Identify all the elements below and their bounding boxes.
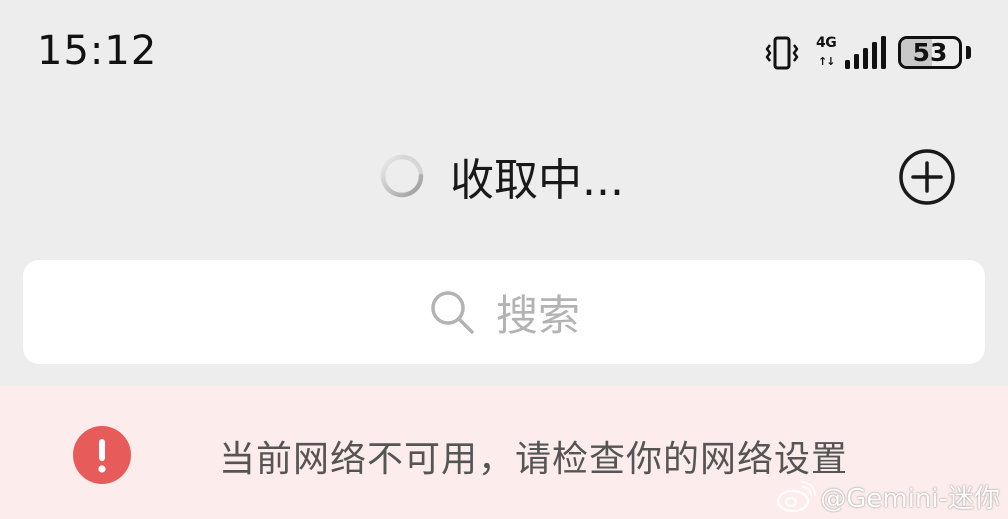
- network-error-message: 当前网络不可用，请检查你的网络设置: [219, 439, 849, 480]
- search-bar[interactable]: 搜索: [23, 260, 985, 364]
- signal-icon: [845, 36, 886, 69]
- watermark-text: @Gemini-迷你: [820, 484, 1000, 514]
- battery-level: 53: [912, 38, 948, 67]
- search-placeholder: 搜索: [495, 290, 580, 340]
- network-arrows: ↑↓: [818, 55, 835, 68]
- vibrate-icon: [765, 36, 799, 70]
- title-wrap: 收取中...: [378, 144, 624, 208]
- battery-icon: 53: [898, 33, 972, 73]
- battery-cap: [966, 46, 971, 59]
- network-type-label: 4G: [816, 35, 837, 51]
- watermark: @Gemini-迷你: [776, 478, 1000, 515]
- status-icons: 4G ↑↓ 53: [762, 33, 972, 73]
- plus-circle-icon[interactable]: [897, 147, 957, 207]
- page-title: 收取中...: [450, 155, 624, 206]
- header-bar: 收取中...: [0, 130, 1008, 220]
- wechat-screen: 15:12 4G ↑↓ 53 收取中... 搜索 当前网络不可用，请检查你的网络…: [0, 0, 1008, 519]
- status-bar: 15:12 4G ↑↓ 53: [0, 0, 1008, 100]
- exclamation-circle-icon: [73, 426, 131, 484]
- weibo-logo: [776, 480, 817, 512]
- loading-spinner-icon: [380, 154, 424, 198]
- search-icon: [431, 291, 474, 334]
- search-content: 搜索: [23, 260, 985, 364]
- battery-body: 53: [898, 36, 962, 69]
- status-time: 15:12: [37, 28, 158, 74]
- network-type-indicator: 4G ↑↓: [816, 33, 840, 73]
